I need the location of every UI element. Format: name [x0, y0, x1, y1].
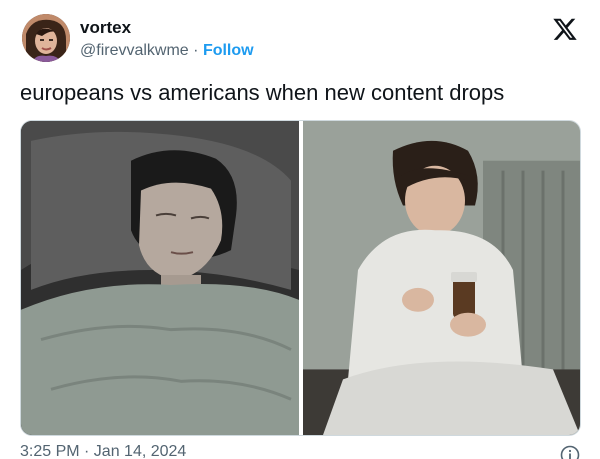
sitting-with-pill-bottle-photo[interactable] — [303, 121, 580, 435]
timestamp[interactable]: 3:25 PM · Jan 14, 2024 — [20, 443, 186, 459]
sleeping-in-bed-photo[interactable] — [21, 121, 299, 435]
avatar[interactable] — [22, 14, 70, 62]
separator-dot: · — [193, 42, 199, 59]
handle-row: @firevvalkwme · Follow — [80, 40, 254, 62]
avatar-photo — [22, 14, 70, 62]
display-name[interactable]: vortex — [80, 18, 254, 38]
media-grid — [20, 120, 581, 436]
author-info: vortex @firevvalkwme · Follow — [80, 18, 254, 62]
tweet-text: europeans vs americans when new content … — [20, 80, 505, 105]
follow-button[interactable]: Follow — [203, 42, 254, 59]
user-handle[interactable]: @firevvalkwme — [80, 42, 189, 59]
info-icon[interactable] — [560, 445, 580, 459]
x-logo-icon[interactable] — [552, 16, 578, 42]
